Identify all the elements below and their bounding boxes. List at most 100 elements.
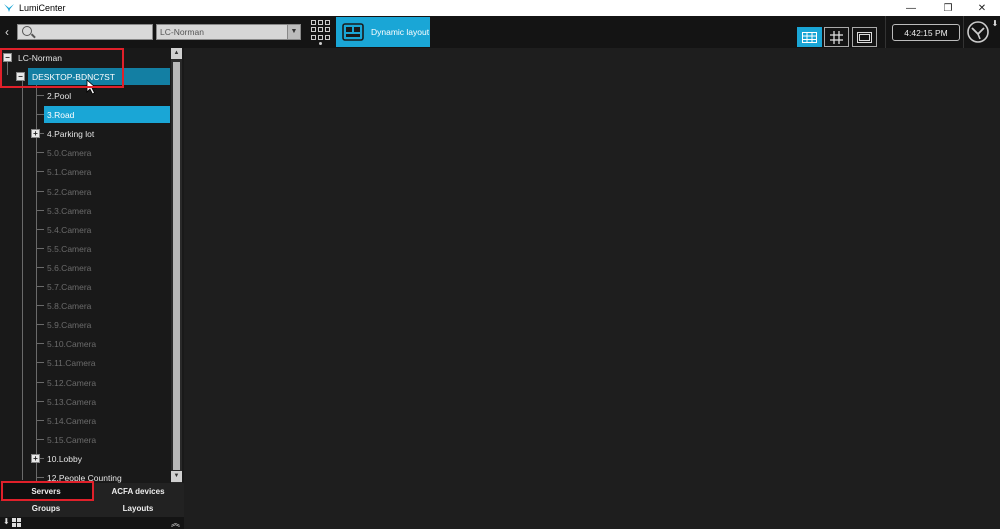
tree-connector bbox=[22, 80, 23, 480]
tree-connector bbox=[37, 171, 44, 172]
tree-connector bbox=[37, 401, 44, 402]
tree-item-label: 5.9.Camera bbox=[47, 319, 92, 330]
tree-item-label: 5.12.Camera bbox=[47, 377, 97, 388]
tree-connector bbox=[37, 477, 44, 478]
tree-connector bbox=[37, 248, 44, 249]
tree-item: 5.5.Camera bbox=[44, 240, 164, 257]
tab-layouts[interactable]: Layouts bbox=[92, 500, 184, 517]
tree-item-label: 5.6.Camera bbox=[47, 262, 92, 273]
toolbar-separator bbox=[963, 16, 964, 48]
search-icon bbox=[22, 26, 32, 36]
layout-grid-button[interactable] bbox=[309, 18, 333, 46]
video-view-area[interactable] bbox=[184, 48, 1000, 529]
tree-item[interactable]: 10.Lobby bbox=[44, 450, 164, 467]
tree-item-label: 5.1.Camera bbox=[47, 166, 92, 177]
hash-grid-icon bbox=[830, 30, 843, 44]
tree-item: 5.13.Camera bbox=[44, 393, 164, 410]
top-toolbar: ‹ LC-Norman ▼ Dynamic layout 4:42:15 PM … bbox=[0, 16, 1000, 48]
tree-item: 5.7.Camera bbox=[44, 278, 164, 295]
tree-connector bbox=[37, 286, 44, 287]
tree-item: 5.9.Camera bbox=[44, 316, 164, 333]
tree-item: 5.2.Camera bbox=[44, 183, 164, 200]
window-title: LumiCenter bbox=[19, 3, 66, 13]
chevron-down-icon[interactable]: ▼ bbox=[287, 25, 300, 39]
pin-icon[interactable]: ⬇ bbox=[3, 517, 10, 526]
tree-item: 5.10.Camera bbox=[44, 335, 164, 352]
tree-item-label: 4.Parking lot bbox=[47, 128, 95, 139]
tab-acfa-devices[interactable]: ACFA devices bbox=[92, 483, 184, 500]
tree-item: 5.12.Camera bbox=[44, 374, 164, 391]
lumicenter-window: LumiCenter — ❐ ✕ ‹ LC-Norman ▼ Dynamic l… bbox=[0, 0, 1000, 529]
scroll-up-icon[interactable]: ▲ bbox=[171, 48, 182, 59]
server-select-value: LC-Norman bbox=[160, 27, 204, 37]
tree-item: 5.0.Camera bbox=[44, 144, 164, 161]
tree-connector bbox=[37, 114, 44, 115]
pin-icon[interactable]: ⬇ bbox=[990, 19, 1000, 45]
tree-item-label: 5.14.Camera bbox=[47, 415, 97, 426]
lumicenter-menu-icon[interactable] bbox=[966, 20, 990, 44]
title-bar: LumiCenter — ❐ ✕ bbox=[0, 0, 1000, 16]
tree-connector bbox=[37, 439, 44, 440]
expand-icon[interactable]: + bbox=[31, 454, 40, 463]
tree-item-label: 5.7.Camera bbox=[47, 281, 92, 292]
tree-item-label: 5.2.Camera bbox=[47, 186, 92, 197]
collapse-panel-button[interactable]: ‹ bbox=[0, 16, 14, 48]
tree-connector bbox=[37, 229, 44, 230]
annotation-highlight bbox=[1, 481, 94, 501]
table-view-button[interactable] bbox=[797, 27, 822, 47]
tree-item-label: 5.13.Camera bbox=[47, 396, 97, 407]
close-button[interactable]: ✕ bbox=[968, 0, 996, 16]
device-sidebar: − LC-Norman DESKTOP-BDNC7ST − 2.Pool 3.Ro… bbox=[0, 48, 184, 529]
tree-connector bbox=[37, 343, 44, 344]
tree-item-label: 10.Lobby bbox=[47, 453, 82, 464]
tree-connector bbox=[37, 152, 44, 153]
tabs-row-bottom: Groups Layouts bbox=[0, 500, 184, 517]
dynamic-layout-button[interactable]: Dynamic layout bbox=[336, 17, 430, 47]
tree-connector bbox=[36, 81, 37, 483]
search-input[interactable] bbox=[17, 24, 153, 40]
server-select[interactable]: LC-Norman ▼ bbox=[156, 24, 301, 40]
scrollbar-thumb[interactable] bbox=[173, 62, 180, 470]
tree-item-label: 5.3.Camera bbox=[47, 205, 92, 216]
tree-connector bbox=[37, 191, 44, 192]
tree-scrollbar[interactable]: ▲ ▼ bbox=[171, 48, 182, 483]
tab-groups[interactable]: Groups bbox=[0, 500, 92, 517]
restore-button[interactable]: ❐ bbox=[934, 0, 962, 16]
tree-item[interactable]: 4.Parking lot bbox=[44, 125, 164, 142]
clock-display: 4:42:15 PM bbox=[892, 24, 960, 41]
tree-item[interactable]: 3.Road bbox=[44, 106, 170, 123]
expand-icon[interactable]: + bbox=[31, 129, 40, 138]
table-icon bbox=[802, 31, 817, 43]
minimize-button[interactable]: — bbox=[897, 0, 925, 16]
annotation-highlight bbox=[0, 48, 124, 88]
tree-item-label: 5.8.Camera bbox=[47, 300, 92, 311]
tree-item-label: 5.11.Camera bbox=[47, 357, 96, 368]
grid-lines-view-button[interactable] bbox=[824, 27, 849, 47]
tree-item: 5.15.Camera bbox=[44, 431, 164, 448]
tree-item-label: 5.0.Camera bbox=[47, 147, 92, 158]
tree-item-label: 2.Pool bbox=[47, 90, 72, 101]
tree-connector bbox=[37, 95, 44, 96]
tree-connector bbox=[37, 210, 44, 211]
chevron-double-up-icon[interactable]: ︽ bbox=[171, 516, 180, 529]
tree-item: 5.11.Camera bbox=[44, 354, 164, 371]
tree-connector bbox=[37, 420, 44, 421]
grid-icon bbox=[311, 20, 331, 40]
tree-item-label: 3.Road bbox=[47, 109, 75, 120]
single-view-button[interactable] bbox=[852, 27, 877, 47]
lumicenter-logo-icon bbox=[4, 4, 14, 12]
tree-item: 5.14.Camera bbox=[44, 412, 164, 429]
film-camera-icon bbox=[342, 23, 364, 41]
tree-connector bbox=[37, 382, 44, 383]
toolbar-separator bbox=[885, 16, 886, 48]
tree-item-label: 5.4.Camera bbox=[47, 224, 92, 235]
tree-connector bbox=[37, 267, 44, 268]
tree-connector bbox=[37, 305, 44, 306]
tree-item: 5.6.Camera bbox=[44, 259, 164, 276]
tree-item: 5.3.Camera bbox=[44, 202, 164, 219]
tree-item[interactable]: 2.Pool bbox=[44, 87, 164, 104]
scroll-down-icon[interactable]: ▼ bbox=[171, 471, 182, 482]
dynamic-layout-label: Dynamic layout bbox=[371, 27, 430, 37]
tree-item-label: 5.5.Camera bbox=[47, 243, 92, 254]
windows-grid-icon[interactable] bbox=[12, 518, 22, 528]
